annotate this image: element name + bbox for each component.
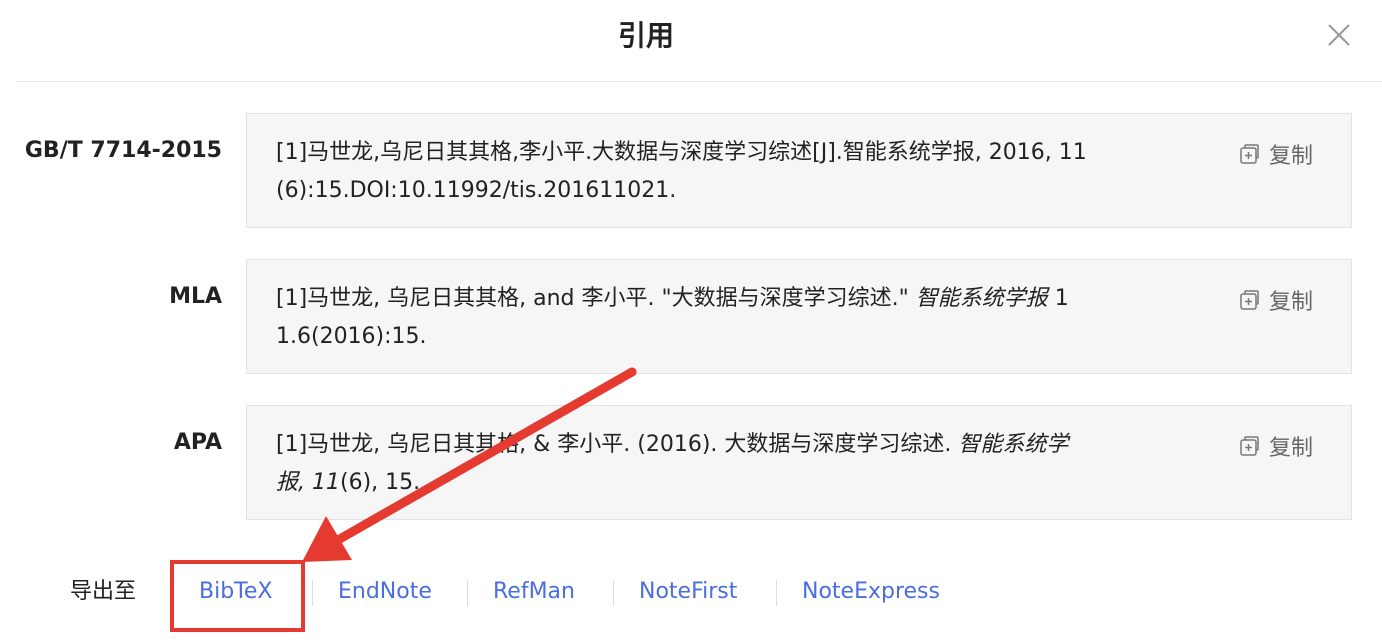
citation-text-line: [1]马世龙,乌尼日其其格,李小平.大数据与深度学习综述[J].智能系统学报, … (276, 140, 1087, 165)
export-refman-link[interactable]: RefMan (493, 577, 575, 607)
copy-button-mla[interactable]: 复制 (1239, 282, 1313, 318)
citation-text-line: 1.6(2016):15. (276, 324, 427, 349)
citation-text-segment: [1]马世龙, 乌尼日其其格, and 李小平. "大数据与深度学习综述." (276, 286, 916, 311)
header-divider (16, 81, 1382, 82)
copy-icon (1239, 143, 1261, 165)
export-label: 导出至 (70, 579, 137, 604)
separator (467, 580, 468, 606)
citation-text-mla: [1]马世龙, 乌尼日其其格, and 李小平. "大数据与深度学习综述." 智… (276, 280, 1216, 356)
copy-button-apa[interactable]: 复制 (1239, 428, 1313, 464)
citation-box-apa: [1]马世龙, 乌尼日其其格, & 李小平. (2016). 大数据与深度学习综… (246, 405, 1352, 520)
journal-name: 智能系统学 (958, 432, 1069, 457)
citation-label-gbt: GB/T 7714-2015 (24, 138, 222, 163)
citation-text-segment: (6), 15. (339, 470, 421, 495)
separator (613, 580, 614, 606)
citation-text-line: (6):15.DOI:10.11992/tis.201611021. (276, 178, 677, 203)
citation-text-segment: 1 (1047, 286, 1069, 311)
separator (776, 580, 777, 606)
citation-box-mla: [1]马世龙, 乌尼日其其格, and 李小平. "大数据与深度学习综述." 智… (246, 259, 1352, 374)
dialog-title: 引用 (617, 19, 674, 52)
copy-button-gbt[interactable]: 复制 (1239, 136, 1313, 172)
citation-text-segment: [1]马世龙, 乌尼日其其格, & 李小平. (2016). 大数据与深度学习综… (276, 432, 959, 457)
citation-box-gbt: [1]马世龙,乌尼日其其格,李小平.大数据与深度学习综述[J].智能系统学报, … (246, 113, 1352, 228)
journal-name-cont: 报, 11 (276, 470, 340, 495)
copy-icon (1239, 289, 1261, 311)
export-endnote-link[interactable]: EndNote (338, 577, 432, 607)
separator (312, 580, 313, 606)
export-notefirst-link[interactable]: NoteFirst (639, 577, 737, 607)
citation-text-gbt: [1]马世龙,乌尼日其其格,李小平.大数据与深度学习综述[J].智能系统学报, … (276, 134, 1216, 210)
citation-label-mla: MLA (169, 284, 222, 309)
copy-label: 复制 (1269, 144, 1314, 169)
copy-icon (1239, 435, 1261, 457)
copy-label: 复制 (1269, 436, 1314, 461)
citation-text-apa: [1]马世龙, 乌尼日其其格, & 李小平. (2016). 大数据与深度学习综… (276, 426, 1216, 502)
copy-label: 复制 (1269, 290, 1314, 315)
export-noteexpress-link[interactable]: NoteExpress (802, 577, 940, 607)
journal-name: 智能系统学报 (915, 286, 1048, 311)
citation-dialog: 引用 GB/T 7714-2015 [1]马世龙,乌尼日其其格,李小平.大数据与… (0, 0, 1382, 644)
citation-label-apa: APA (173, 430, 222, 455)
export-bibtex-link[interactable]: BibTeX (199, 577, 272, 607)
close-icon[interactable] (1326, 22, 1352, 48)
